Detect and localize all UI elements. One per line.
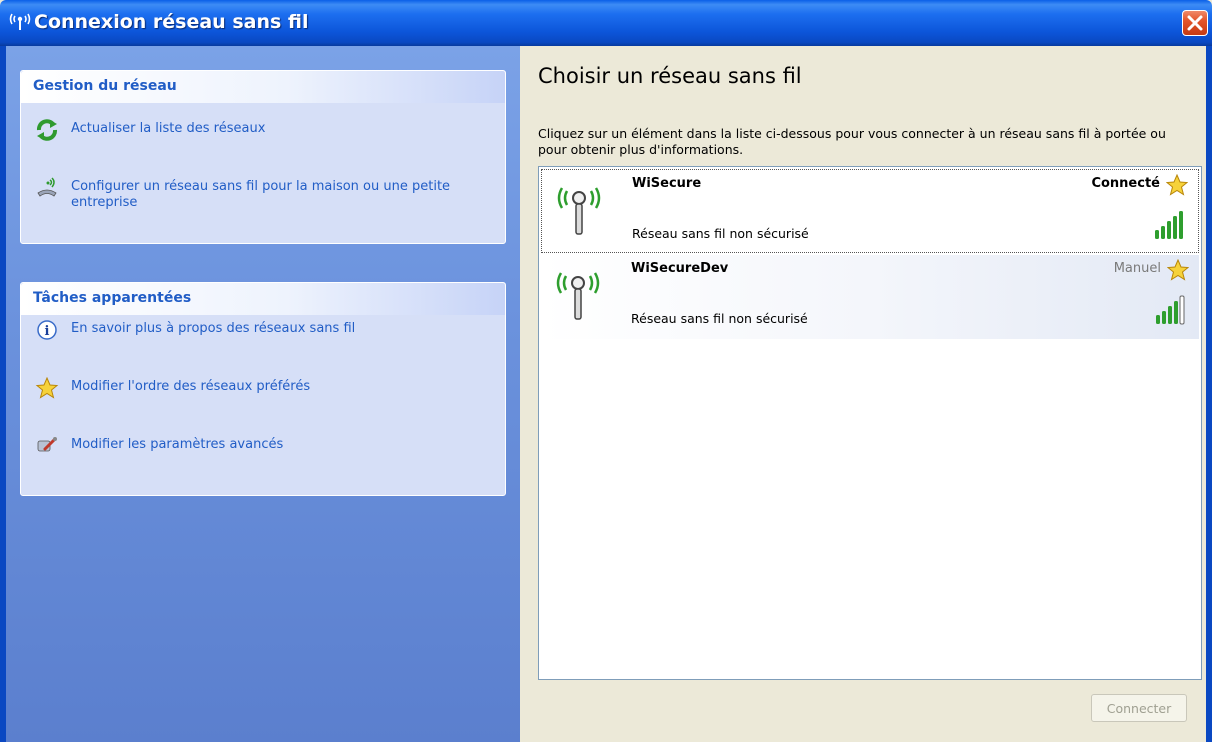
network-management-group: Gestion du réseau Actualiser la liste de… bbox=[20, 70, 506, 244]
connect-button[interactable]: Connecter bbox=[1091, 694, 1187, 722]
task-label: Modifier l'ordre des réseaux préférés bbox=[71, 379, 311, 394]
connection-status: Connecté bbox=[1091, 176, 1160, 191]
network-list[interactable]: WiSecure Réseau sans fil non sécurisé Co… bbox=[538, 166, 1202, 680]
refresh-network-list-link[interactable]: Actualiser la liste des réseaux bbox=[35, 119, 495, 141]
svg-text:i: i bbox=[45, 324, 50, 339]
close-button[interactable] bbox=[1182, 10, 1208, 36]
title-bar[interactable]: Connexion réseau sans fil bbox=[0, 0, 1212, 46]
setup-wizard-icon bbox=[35, 177, 59, 199]
wireless-icon bbox=[8, 10, 32, 32]
network-security-description: Réseau sans fil non sécurisé bbox=[632, 226, 809, 241]
wireless-antenna-icon bbox=[553, 263, 603, 323]
change-preferred-order-link[interactable]: Modifier l'ordre des réseaux préférés bbox=[35, 377, 495, 399]
task-label: En savoir plus à propos des réseaux sans… bbox=[71, 321, 356, 336]
settings-icon bbox=[35, 435, 59, 457]
network-item-wisecuredev[interactable]: WiSecureDev Réseau sans fil non sécurisé… bbox=[541, 255, 1199, 339]
window-title: Connexion réseau sans fil bbox=[34, 11, 309, 33]
close-icon bbox=[1187, 15, 1203, 31]
connection-status: Manuel bbox=[1113, 261, 1161, 276]
related-tasks-group: Tâches apparentées i En savoir plus à pr… bbox=[20, 282, 506, 496]
instructions-text: Cliquez sur un élément dans la liste ci-… bbox=[538, 126, 1166, 157]
learn-about-wireless-link[interactable]: i En savoir plus à propos des réseaux sa… bbox=[35, 319, 495, 341]
star-icon bbox=[35, 377, 59, 399]
signal-strength-icon bbox=[1154, 210, 1186, 240]
setup-wireless-network-link[interactable]: Configurer un réseau sans fil pour la ma… bbox=[35, 177, 495, 211]
refresh-icon bbox=[35, 119, 59, 141]
preferred-star-icon bbox=[1167, 259, 1189, 281]
preferred-star-icon bbox=[1166, 174, 1188, 196]
wireless-antenna-icon bbox=[554, 178, 604, 238]
task-label: Actualiser la liste des réseaux bbox=[71, 121, 266, 136]
change-advanced-settings-link[interactable]: Modifier les paramètres avancés bbox=[35, 435, 495, 457]
wireless-connection-window: Connexion réseau sans fil Gestion du rés… bbox=[0, 0, 1212, 742]
task-label: Modifier les paramètres avancés bbox=[71, 437, 284, 452]
network-name: WiSecureDev bbox=[631, 261, 729, 276]
main-content: Choisir un réseau sans fil Cliquez sur u… bbox=[520, 46, 1206, 742]
page-title: Choisir un réseau sans fil bbox=[538, 64, 802, 88]
task-label: Configurer un réseau sans fil pour la ma… bbox=[71, 179, 451, 210]
info-icon: i bbox=[35, 319, 59, 341]
task-pane: Gestion du réseau Actualiser la liste de… bbox=[6, 46, 520, 742]
network-item-wisecure[interactable]: WiSecure Réseau sans fil non sécurisé Co… bbox=[541, 169, 1199, 253]
group-title: Tâches apparentées bbox=[21, 283, 505, 315]
signal-strength-icon bbox=[1155, 295, 1187, 325]
window-border-right bbox=[1206, 46, 1212, 742]
network-security-description: Réseau sans fil non sécurisé bbox=[631, 311, 808, 326]
group-title: Gestion du réseau bbox=[21, 71, 505, 103]
network-name: WiSecure bbox=[632, 176, 702, 191]
